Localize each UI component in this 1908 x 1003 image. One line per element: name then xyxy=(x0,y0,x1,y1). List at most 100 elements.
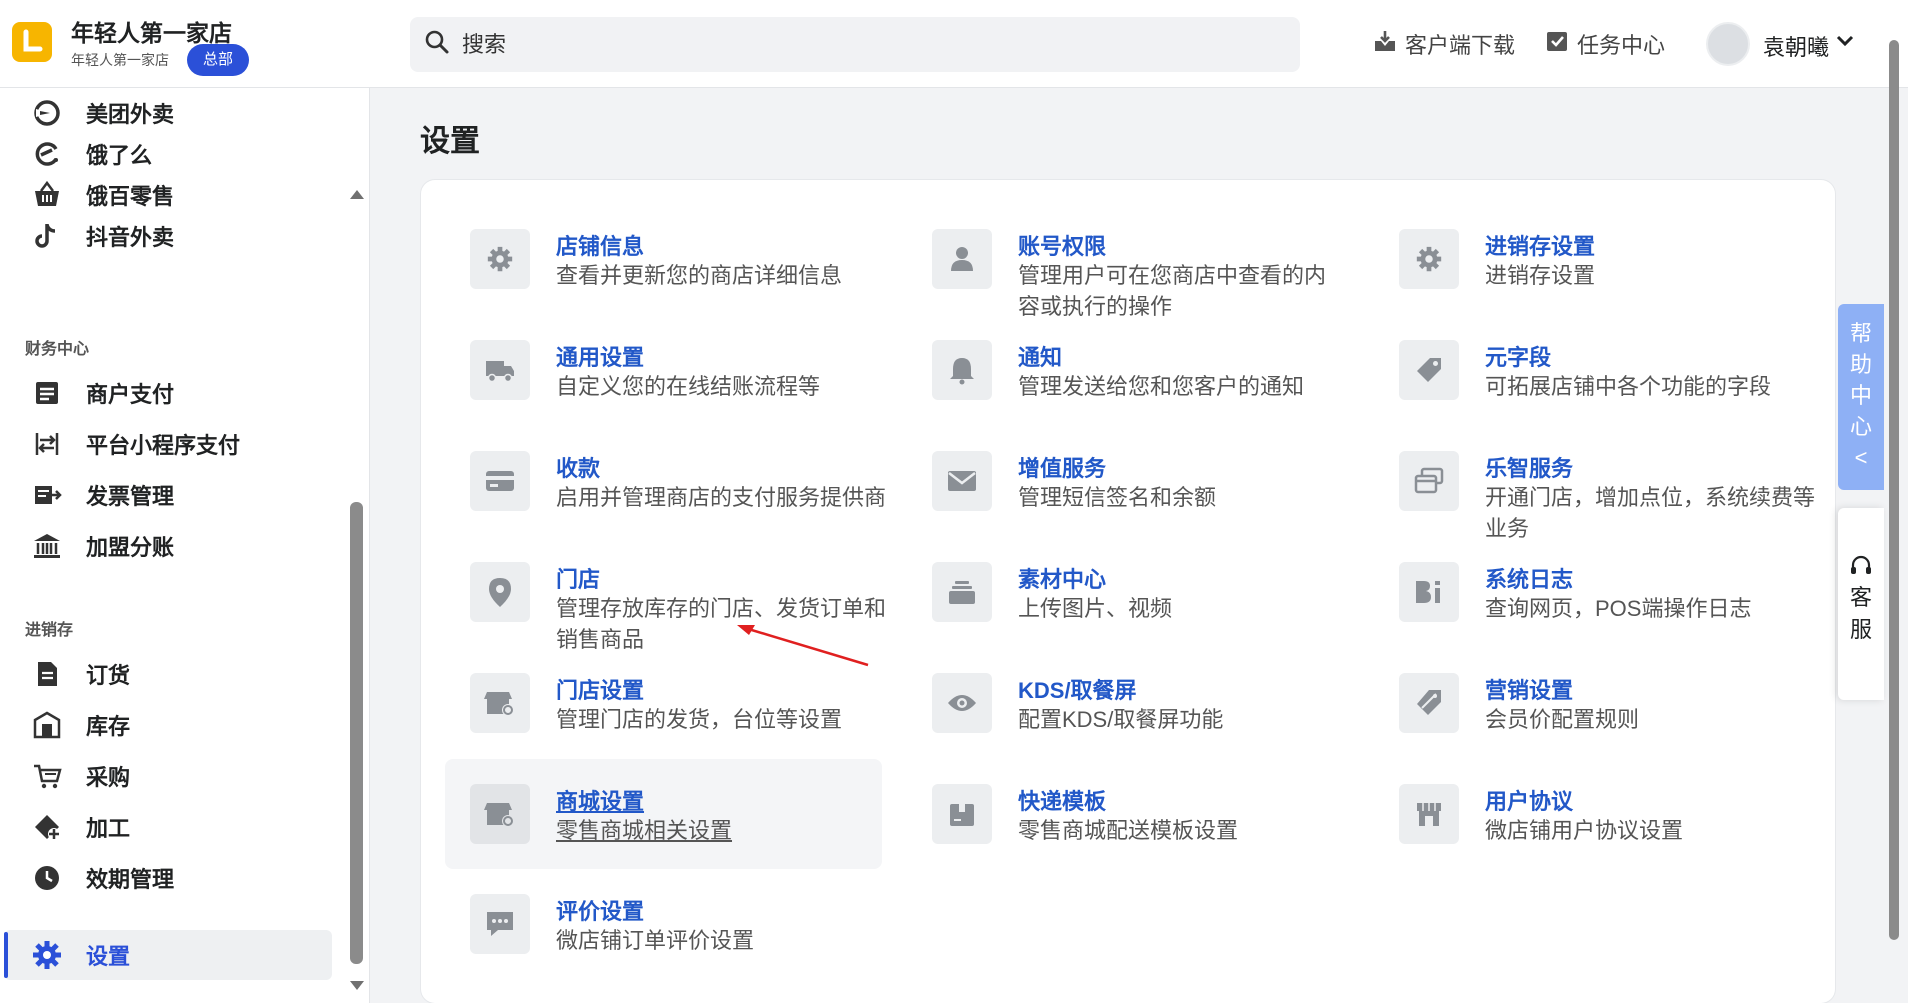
setting-media-center[interactable]: 素材中心 上传图片、视频 xyxy=(932,562,1352,662)
headset-icon xyxy=(1851,555,1871,574)
setting-title[interactable]: 元字段 xyxy=(1485,340,1551,372)
sidebar-item-eleme[interactable]: 饿了么 xyxy=(30,134,152,174)
help-center-tab[interactable]: 帮助中心 < xyxy=(1838,304,1884,490)
price-tag-icon xyxy=(1399,673,1459,733)
sidebar-item-label: 采购 xyxy=(86,765,131,790)
setting-store-settings[interactable]: 门店设置 管理门店的发货，台位等设置 xyxy=(470,673,890,773)
setting-title[interactable]: 门店设置 xyxy=(556,673,644,705)
chevron-down-icon[interactable] xyxy=(1836,34,1854,53)
setting-description: 管理发送给您和您客户的通知 xyxy=(1018,374,1305,399)
section-finance: 财务中心 xyxy=(25,341,90,358)
setting-express-template[interactable]: 快递模板 零售商城配送模板设置 xyxy=(932,784,1352,884)
bell-icon xyxy=(932,340,992,400)
basket-icon xyxy=(30,178,64,212)
section-inventory: 进销存 xyxy=(25,622,74,639)
setting-title[interactable]: 商城设置 xyxy=(556,784,644,816)
sidebar-item-label: 商户支付 xyxy=(86,382,175,407)
setting-metafields[interactable]: 元字段 可拓展店铺中各个功能的字段 xyxy=(1399,340,1819,440)
sidebar-item-ordering[interactable]: 订货 xyxy=(30,654,130,694)
setting-title[interactable]: KDS/取餐屏 xyxy=(1018,673,1137,705)
app-logo[interactable] xyxy=(12,22,52,62)
setting-description: 开通门店，增加点位，系统续费等业务 xyxy=(1485,485,1816,541)
setting-lezhi-service[interactable]: 乐智服务 开通门店，增加点位，系统续费等业务 xyxy=(1399,451,1819,551)
setting-reviews[interactable]: 评价设置 微店铺订单评价设置 xyxy=(470,894,890,994)
store-name[interactable]: 年轻人第一家店 xyxy=(71,14,232,48)
sidebar-item-label: 加工 xyxy=(86,816,131,841)
sidebar-item-label: 发票管理 xyxy=(86,484,175,509)
setting-user-agreement[interactable]: 用户协议 微店铺用户协议设置 xyxy=(1399,784,1819,884)
scroll-down-arrow-icon[interactable] xyxy=(350,978,364,996)
setting-title[interactable]: 门店 xyxy=(556,562,600,594)
setting-title[interactable]: 账号权限 xyxy=(1018,229,1106,261)
avatar[interactable] xyxy=(1706,22,1750,66)
setting-inventory[interactable]: 进销存设置 进销存设置 xyxy=(1399,229,1819,329)
setting-title[interactable]: 收款 xyxy=(556,451,600,483)
setting-description: 零售商城相关设置 xyxy=(556,818,733,843)
invoice-icon xyxy=(30,478,64,512)
setting-account-permissions[interactable]: 账号权限 管理用户可在您商店中查看的内容或执行的操作 xyxy=(932,229,1352,329)
sidebar-item-miniprogram-pay[interactable]: 平台小程序支付 xyxy=(30,424,240,464)
setting-title[interactable]: 乐智服务 xyxy=(1485,451,1573,483)
setting-marketing[interactable]: 营销设置 会员价配置规则 xyxy=(1399,673,1819,773)
setting-title[interactable]: 用户协议 xyxy=(1485,784,1573,816)
setting-title[interactable]: 进销存设置 xyxy=(1485,229,1595,261)
sidebar-item-merchant-pay[interactable]: 商户支付 xyxy=(30,373,174,413)
sidebar-item-invoice[interactable]: 发票管理 xyxy=(30,475,174,515)
window-scrollbar[interactable] xyxy=(1886,40,1902,980)
setting-mall[interactable]: 商城设置 零售商城相关设置 xyxy=(470,784,890,884)
page-title: 设置 xyxy=(420,125,480,158)
search-bar[interactable] xyxy=(410,17,1300,72)
sidebar-scrollbar-thumb[interactable] xyxy=(350,502,363,964)
sidebar-item-douyin[interactable]: 抖音外卖 xyxy=(30,216,174,256)
task-center-button[interactable]: 任务中心 xyxy=(1545,28,1665,60)
setting-store-info[interactable]: 店铺信息 查看并更新您的商店详细信息 xyxy=(470,229,890,329)
processing-icon xyxy=(30,810,64,844)
sidebar-item-ebai[interactable]: 饿百零售 xyxy=(30,175,174,215)
setting-kds[interactable]: KDS/取餐屏 配置KDS/取餐屏功能 xyxy=(932,673,1352,773)
sidebar-item-settings[interactable]: 设置 xyxy=(30,935,130,975)
setting-general[interactable]: 通用设置 自定义您的在线结账流程等 xyxy=(470,340,890,440)
setting-payments[interactable]: 收款 启用并管理商店的支付服务提供商 xyxy=(470,451,890,551)
setting-notifications[interactable]: 通知 管理发送给您和您客户的通知 xyxy=(932,340,1352,440)
scroll-up-arrow-icon[interactable] xyxy=(350,186,364,204)
sidebar-item-meituan[interactable]: 美团外卖 xyxy=(30,93,174,133)
sidebar-item-expiry[interactable]: 效期管理 xyxy=(30,858,174,898)
setting-title[interactable]: 评价设置 xyxy=(556,894,644,926)
eleme-icon xyxy=(30,137,64,171)
sidebar-active-indicator xyxy=(4,932,8,978)
setting-title[interactable]: 通知 xyxy=(1018,340,1062,372)
setting-title[interactable]: 通用设置 xyxy=(556,340,644,372)
setting-title[interactable]: 素材中心 xyxy=(1018,562,1106,594)
log-icon xyxy=(1399,562,1459,622)
sidebar-item-processing[interactable]: 加工 xyxy=(30,807,130,847)
help-center-label: 帮助中心 xyxy=(1849,321,1872,439)
user-name[interactable]: 袁朝曦 xyxy=(1763,30,1829,62)
sidebar-item-label: 抖音外卖 xyxy=(86,225,175,250)
credit-card-icon xyxy=(470,451,530,511)
sidebar-item-purchase[interactable]: 采购 xyxy=(30,756,130,796)
setting-title[interactable]: 快递模板 xyxy=(1018,784,1106,816)
annotation-arrow-icon xyxy=(737,625,869,667)
hq-badge[interactable]: 总部 xyxy=(187,44,250,76)
sidebar-item-stock[interactable]: 库存 xyxy=(30,705,130,745)
client-download-button[interactable]: 客户端下载 xyxy=(1373,28,1515,60)
chevron-left-icon: < xyxy=(1854,445,1868,470)
setting-system-log[interactable]: 系统日志 查询网页，POS端操作日志 xyxy=(1399,562,1819,662)
setting-title[interactable]: 店铺信息 xyxy=(556,229,644,261)
location-pin-icon xyxy=(470,562,530,622)
search-input[interactable] xyxy=(462,31,1262,58)
shop-gear-icon xyxy=(470,784,530,844)
search-icon xyxy=(424,29,450,60)
setting-description: 进销存设置 xyxy=(1485,263,1596,288)
sidebar-item-franchise-split[interactable]: 加盟分账 xyxy=(30,526,174,566)
setting-value-added[interactable]: 增值服务 管理短信签名和余额 xyxy=(932,451,1352,551)
setting-title[interactable]: 系统日志 xyxy=(1485,562,1573,594)
storefront-icon xyxy=(1399,784,1459,844)
setting-description: 配置KDS/取餐屏功能 xyxy=(1018,707,1224,732)
store-subtitle: 年轻人第一家店 xyxy=(71,52,169,68)
window-scrollbar-thumb[interactable] xyxy=(1889,40,1899,940)
setting-title[interactable]: 增值服务 xyxy=(1018,451,1106,483)
setting-title[interactable]: 营销设置 xyxy=(1485,673,1573,705)
setting-description: 微店铺用户协议设置 xyxy=(1485,818,1684,843)
customer-service-tab[interactable]: 客服 xyxy=(1838,508,1884,700)
